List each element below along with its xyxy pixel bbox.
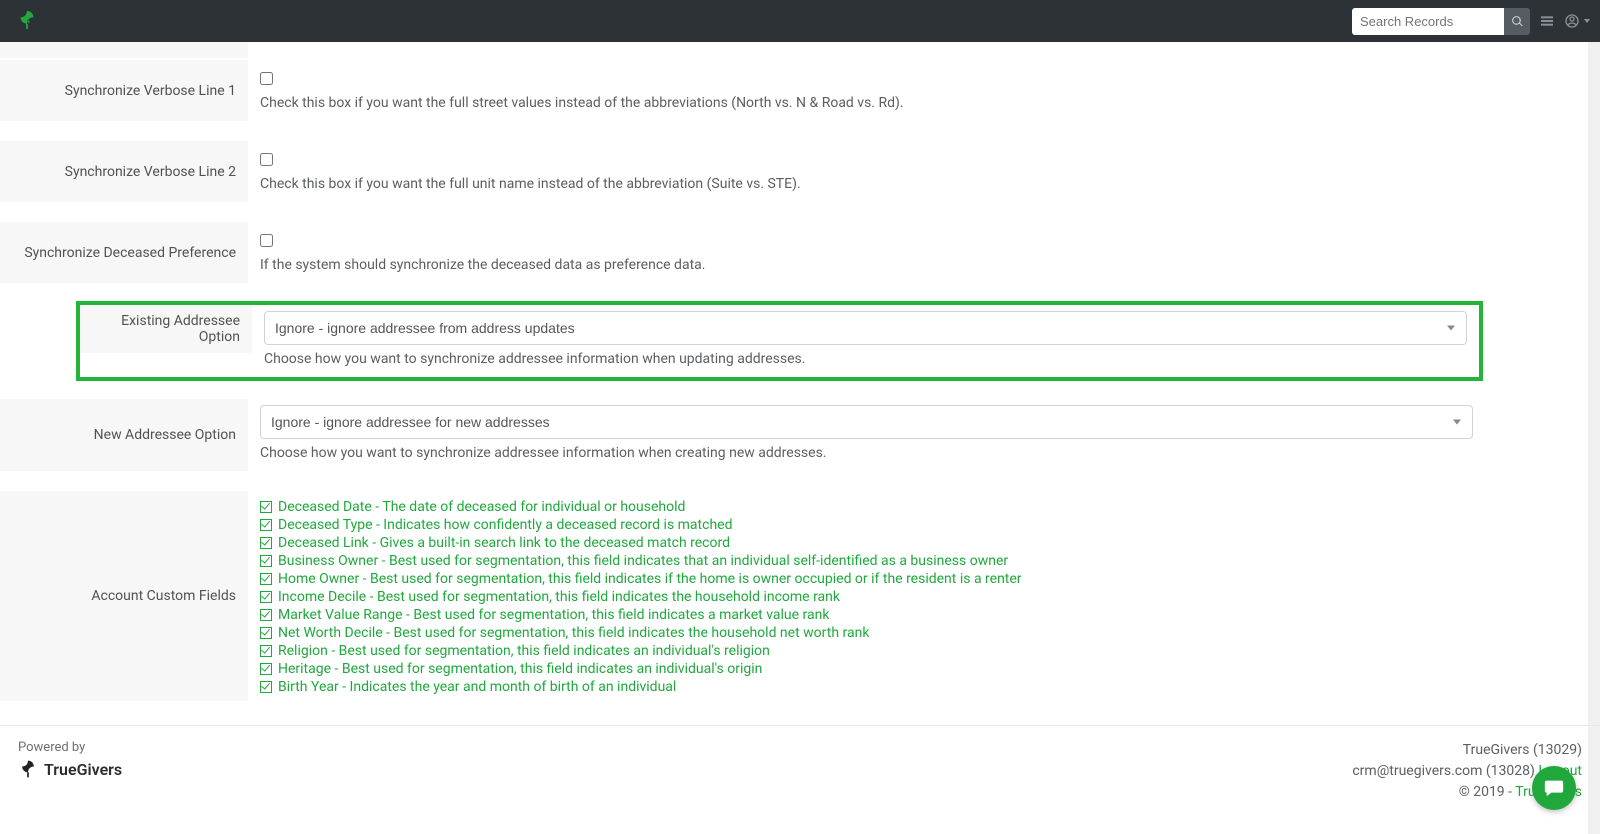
checked-box-icon[interactable]	[260, 609, 272, 621]
top-navbar	[0, 0, 1600, 42]
custom-field-link[interactable]: Business Owner - Best used for segmentat…	[278, 553, 1008, 569]
chevron-down-icon	[1584, 19, 1590, 23]
row-sync-deceased-pref: Synchronize Deceased Preference If the s…	[0, 222, 1485, 283]
custom-field-link[interactable]: Market Value Range - Best used for segme…	[278, 607, 829, 623]
footer-brand: TrueGivers	[44, 760, 122, 779]
label-custom-fields: Account Custom Fields	[0, 491, 248, 701]
checked-box-icon[interactable]	[260, 555, 272, 567]
search-button[interactable]	[1504, 8, 1530, 35]
footer: Powered by TrueGivers TrueGivers (13029)…	[0, 725, 1600, 827]
custom-field-link[interactable]: Deceased Type - Indicates how confidentl…	[278, 517, 732, 533]
custom-field-link[interactable]: Deceased Link - Gives a built-in search …	[278, 535, 730, 551]
checked-box-icon[interactable]	[260, 537, 272, 549]
checked-box-icon[interactable]	[260, 591, 272, 603]
list-icon	[1539, 13, 1555, 29]
custom-field-item: Religion - Best used for segmentation, t…	[260, 643, 1473, 659]
checked-box-icon[interactable]	[260, 573, 272, 585]
custom-field-link[interactable]: Deceased Date - The date of deceased for…	[278, 499, 685, 515]
help-existing-addressee: Choose how you want to synchronize addre…	[264, 351, 1467, 367]
custom-field-item: Heritage - Best used for segmentation, t…	[260, 661, 1473, 677]
checked-box-icon[interactable]	[260, 681, 272, 693]
select-new-addressee[interactable]: Ignore - ignore addressee for new addres…	[260, 405, 1473, 439]
custom-field-link[interactable]: Birth Year - Indicates the year and mont…	[278, 679, 676, 695]
scrollbar-track	[1588, 0, 1600, 834]
custom-field-link[interactable]: Home Owner - Best used for segmentation,…	[278, 571, 1022, 587]
help-verbose2: Check this box if you want the full unit…	[260, 176, 1473, 192]
list-view-button[interactable]	[1534, 8, 1560, 35]
help-verbose1: Check this box if you want the full stre…	[260, 95, 1473, 111]
checked-box-icon[interactable]	[260, 519, 272, 531]
brand-leaf-icon[interactable]	[16, 9, 40, 33]
checked-box-icon[interactable]	[260, 501, 272, 513]
custom-field-item: Birth Year - Indicates the year and mont…	[260, 679, 1473, 695]
label-stub	[0, 42, 248, 58]
help-new-addressee: Choose how you want to synchronize addre…	[260, 445, 1473, 461]
custom-field-link[interactable]: Income Decile - Best used for segmentati…	[278, 589, 840, 605]
custom-field-item: Home Owner - Best used for segmentation,…	[260, 571, 1473, 587]
custom-field-item: Business Owner - Best used for segmentat…	[260, 553, 1473, 569]
custom-fields-list: Deceased Date - The date of deceased for…	[248, 491, 1485, 701]
label-new-addressee: New Addressee Option	[0, 399, 248, 471]
custom-field-item: Net Worth Decile - Best used for segment…	[260, 625, 1473, 641]
user-menu-button[interactable]	[1564, 8, 1590, 35]
label-verbose2: Synchronize Verbose Line 2	[0, 141, 248, 202]
checked-box-icon[interactable]	[260, 627, 272, 639]
checkbox-deceased-pref[interactable]	[260, 234, 273, 247]
search-icon	[1511, 15, 1524, 28]
footer-copyright: © 2019 -	[1459, 784, 1516, 800]
chat-bubble-button[interactable]	[1532, 766, 1576, 810]
search-input[interactable]	[1352, 8, 1504, 35]
row-sync-verbose-line-1: Synchronize Verbose Line 1 Check this bo…	[0, 60, 1485, 121]
custom-field-link[interactable]: Heritage - Best used for segmentation, t…	[278, 661, 762, 677]
custom-field-item: Deceased Link - Gives a built-in search …	[260, 535, 1473, 551]
custom-field-item: Income Decile - Best used for segmentati…	[260, 589, 1473, 605]
row-account-custom-fields: Account Custom Fields Deceased Date - Th…	[0, 491, 1485, 701]
user-icon	[1564, 13, 1580, 29]
custom-field-link[interactable]: Religion - Best used for segmentation, t…	[278, 643, 770, 659]
footer-org: TrueGivers (13029)	[1352, 740, 1582, 761]
custom-field-item: Deceased Type - Indicates how confidentl…	[260, 517, 1473, 533]
row-sync-verbose-line-2: Synchronize Verbose Line 2 Check this bo…	[0, 141, 1485, 202]
label-verbose1: Synchronize Verbose Line 1	[0, 60, 248, 121]
brand-leaf-icon	[18, 759, 38, 779]
footer-user: crm@truegivers.com (13028)	[1352, 763, 1538, 779]
label-existing-addressee: Existing Addressee Option	[80, 305, 252, 353]
custom-field-item: Deceased Date - The date of deceased for…	[260, 499, 1473, 515]
help-deceased-pref: If the system should synchronize the dec…	[260, 257, 1473, 273]
custom-field-link[interactable]: Net Worth Decile - Best used for segment…	[278, 625, 869, 641]
checked-box-icon[interactable]	[260, 663, 272, 675]
row-new-addressee: New Addressee Option Ignore - ignore add…	[0, 399, 1485, 471]
highlighted-existing-addressee-row: Existing Addressee Option Ignore - ignor…	[76, 301, 1483, 381]
checkbox-verbose2[interactable]	[260, 153, 273, 166]
footer-powered-by: Powered by	[18, 740, 122, 755]
chat-icon	[1543, 777, 1565, 799]
select-existing-addressee[interactable]: Ignore - ignore addressee from address u…	[264, 311, 1467, 345]
label-deceased-pref: Synchronize Deceased Preference	[0, 222, 248, 283]
checked-box-icon[interactable]	[260, 645, 272, 657]
custom-field-item: Market Value Range - Best used for segme…	[260, 607, 1473, 623]
form-row-stub	[0, 42, 1485, 56]
checkbox-verbose1[interactable]	[260, 72, 273, 85]
